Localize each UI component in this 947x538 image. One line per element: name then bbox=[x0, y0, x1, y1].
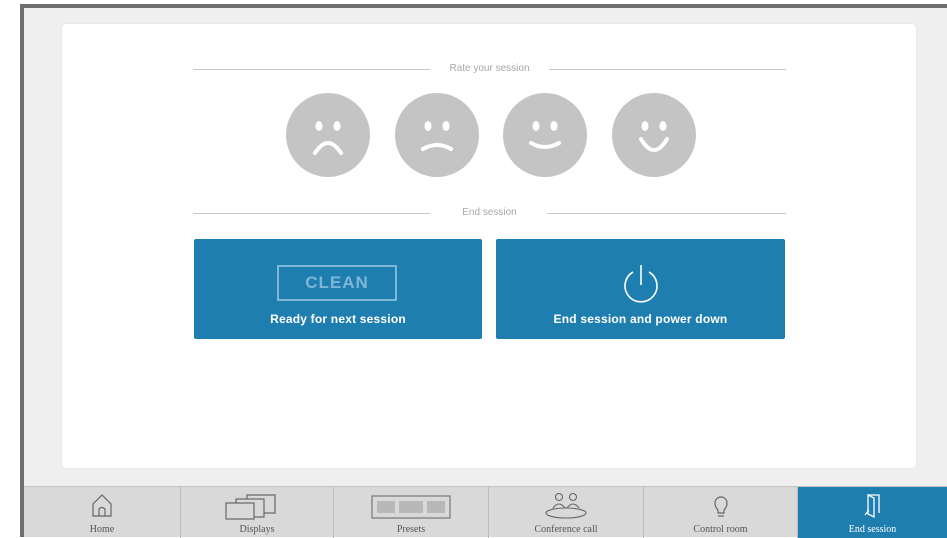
sad-face-icon[interactable] bbox=[395, 93, 479, 177]
nav-label-control-room: Control room bbox=[693, 524, 748, 535]
power-icon bbox=[624, 265, 658, 303]
very-sad-face-icon[interactable] bbox=[286, 93, 370, 177]
nav-item-presets[interactable]: Presets bbox=[334, 487, 489, 538]
clean-badge: CLEAN bbox=[277, 265, 397, 301]
main-panel bbox=[62, 24, 916, 468]
nav-item-conference-call[interactable]: Conference call bbox=[489, 487, 644, 538]
ready-for-next-session-button[interactable]: CLEAN Ready for next session bbox=[194, 239, 482, 339]
presets-icon bbox=[371, 495, 451, 519]
nav-item-home[interactable]: Home bbox=[24, 487, 181, 538]
bottom-nav: Home Displays Presets Conference call Co… bbox=[24, 486, 947, 538]
end-session-heading: End session bbox=[462, 207, 517, 218]
door-exit-icon bbox=[863, 493, 880, 519]
very-happy-face-icon[interactable] bbox=[612, 93, 696, 177]
nav-label-presets: Presets bbox=[396, 524, 426, 535]
rating-heading: Rate your session bbox=[449, 63, 530, 74]
happy-face-icon[interactable] bbox=[503, 93, 587, 177]
rating-divider: Rate your session bbox=[193, 62, 786, 76]
nav-item-end-session[interactable]: End session bbox=[798, 487, 947, 538]
power-down-label: End session and power down bbox=[553, 312, 728, 326]
conference-call-icon bbox=[545, 492, 587, 519]
end-session-divider: End session bbox=[193, 206, 786, 220]
displays-icon bbox=[225, 494, 276, 520]
ready-for-next-session-label: Ready for next session bbox=[270, 312, 406, 326]
nav-label-home: Home bbox=[89, 524, 115, 535]
home-icon bbox=[92, 494, 112, 517]
power-down-button[interactable]: End session and power down bbox=[496, 239, 785, 339]
nav-label-conference-call: Conference call bbox=[534, 524, 598, 535]
app-window: Rate your session End session CLEAN Read… bbox=[0, 0, 947, 538]
nav-label-displays: Displays bbox=[239, 524, 275, 535]
nav-item-displays[interactable]: Displays bbox=[181, 487, 334, 538]
nav-item-control-room[interactable]: Control room bbox=[644, 487, 798, 538]
nav-label-end-session: End session bbox=[848, 524, 897, 535]
rating-faces bbox=[286, 93, 696, 177]
lightbulb-icon bbox=[713, 496, 728, 517]
